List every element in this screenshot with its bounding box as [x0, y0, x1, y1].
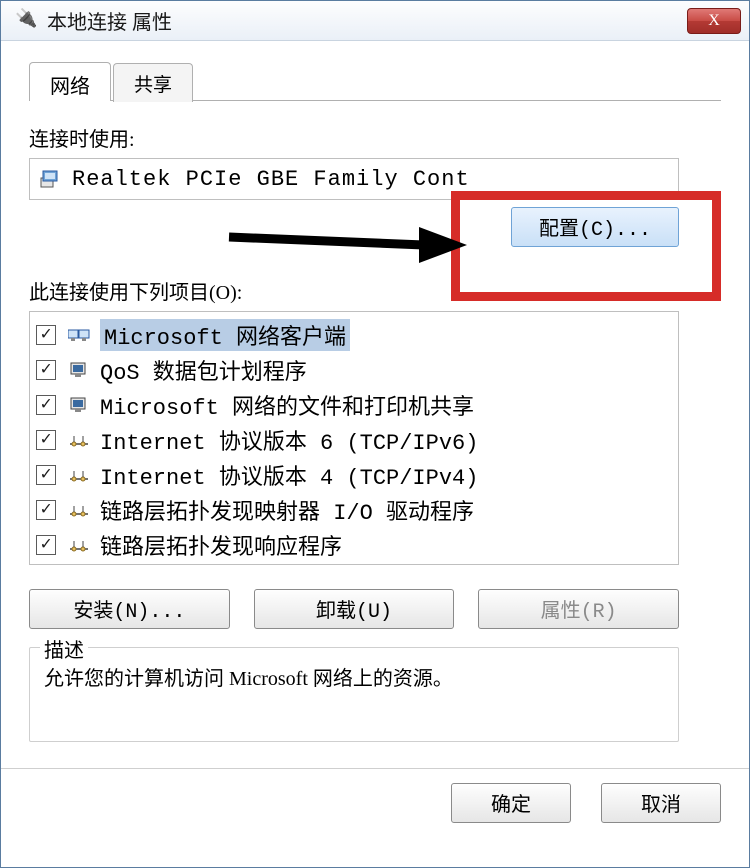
checkbox[interactable]	[36, 465, 56, 485]
list-item[interactable]: Internet 协议版本 6 (TCP/IPv6)	[36, 422, 672, 457]
properties-dialog: 本地连接 属性 X 网络 共享 连接时使用: Realtek PCIe GBE …	[0, 0, 750, 868]
protocol-icon	[68, 535, 90, 555]
list-item[interactable]: Microsoft 网络客户端	[36, 317, 672, 352]
ok-label: 确定	[491, 795, 531, 818]
tab-body-network: 连接时使用: Realtek PCIe GBE Family Cont 配置(C…	[29, 101, 721, 742]
checkbox[interactable]	[36, 500, 56, 520]
items-listbox[interactable]: Microsoft 网络客户端 QoS 数据包计划程序 Microsoft 网络…	[29, 311, 679, 565]
description-legend: 描述	[40, 634, 88, 663]
content-area: 网络 共享 连接时使用: Realtek PCIe GBE Family Con…	[1, 41, 749, 742]
device-box[interactable]: Realtek PCIe GBE Family Cont	[29, 158, 679, 200]
titlebar: 本地连接 属性 X	[1, 1, 749, 41]
items-label: 此连接使用下列项目(O):	[29, 276, 721, 305]
client-icon	[68, 325, 90, 345]
dialog-buttons: 确定 取消	[1, 768, 749, 837]
description-group: 描述 允许您的计算机访问 Microsoft 网络上的资源。	[29, 647, 679, 742]
network-adapter-icon	[15, 8, 33, 34]
configure-button-label: 配置(C)...	[539, 219, 651, 242]
list-item[interactable]: 链路层拓扑发现映射器 I/O 驱动程序	[36, 492, 672, 527]
tab-network-label: 网络	[50, 76, 90, 98]
action-buttons-row: 安装(N)... 卸载(U) 属性(R)	[29, 589, 679, 629]
tab-share-label: 共享	[134, 75, 172, 96]
ok-button[interactable]: 确定	[451, 783, 571, 823]
protocol-icon	[68, 465, 90, 485]
item-label: Microsoft 网络的文件和打印机共享	[100, 389, 474, 421]
close-button[interactable]: X	[687, 8, 741, 34]
protocol-icon	[68, 500, 90, 520]
item-label: Microsoft 网络客户端	[100, 319, 350, 351]
description-text: 允许您的计算机访问 Microsoft 网络上的资源。	[44, 664, 664, 694]
checkbox[interactable]	[36, 535, 56, 555]
checkbox[interactable]	[36, 325, 56, 345]
properties-label: 属性(R)	[541, 601, 617, 624]
checkbox[interactable]	[36, 360, 56, 380]
service-icon	[68, 395, 90, 415]
item-label: Internet 协议版本 4 (TCP/IPv4)	[100, 459, 478, 491]
uninstall-label: 卸载(U)	[316, 601, 392, 624]
configure-row: 配置(C)...	[29, 204, 679, 250]
protocol-icon	[68, 430, 90, 450]
item-label: 链路层拓扑发现响应程序	[100, 529, 342, 561]
service-icon	[68, 360, 90, 380]
cancel-button[interactable]: 取消	[601, 783, 721, 823]
item-label: 链路层拓扑发现映射器 I/O 驱动程序	[100, 494, 474, 526]
list-item[interactable]: Microsoft 网络的文件和打印机共享	[36, 387, 672, 422]
cancel-label: 取消	[641, 795, 681, 818]
checkbox[interactable]	[36, 430, 56, 450]
window-title: 本地连接 属性	[47, 6, 172, 35]
configure-button[interactable]: 配置(C)...	[511, 207, 679, 247]
list-item[interactable]: Internet 协议版本 4 (TCP/IPv4)	[36, 457, 672, 492]
list-item[interactable]: QoS 数据包计划程序	[36, 352, 672, 387]
install-button[interactable]: 安装(N)...	[29, 589, 230, 629]
device-name: Realtek PCIe GBE Family Cont	[72, 167, 470, 192]
item-label: Internet 协议版本 6 (TCP/IPv6)	[100, 424, 478, 456]
list-item[interactable]: 链路层拓扑发现响应程序	[36, 527, 672, 562]
tab-network[interactable]: 网络	[29, 62, 111, 101]
install-label: 安装(N)...	[73, 601, 185, 624]
tab-share[interactable]: 共享	[113, 63, 193, 102]
uninstall-button[interactable]: 卸载(U)	[254, 589, 455, 629]
item-label: QoS 数据包计划程序	[100, 354, 307, 386]
checkbox[interactable]	[36, 395, 56, 415]
item-properties-button: 属性(R)	[478, 589, 679, 629]
tab-strip: 网络 共享	[29, 61, 721, 101]
nic-icon	[40, 168, 62, 190]
connect-using-label: 连接时使用:	[29, 123, 721, 152]
close-x: X	[708, 12, 720, 30]
